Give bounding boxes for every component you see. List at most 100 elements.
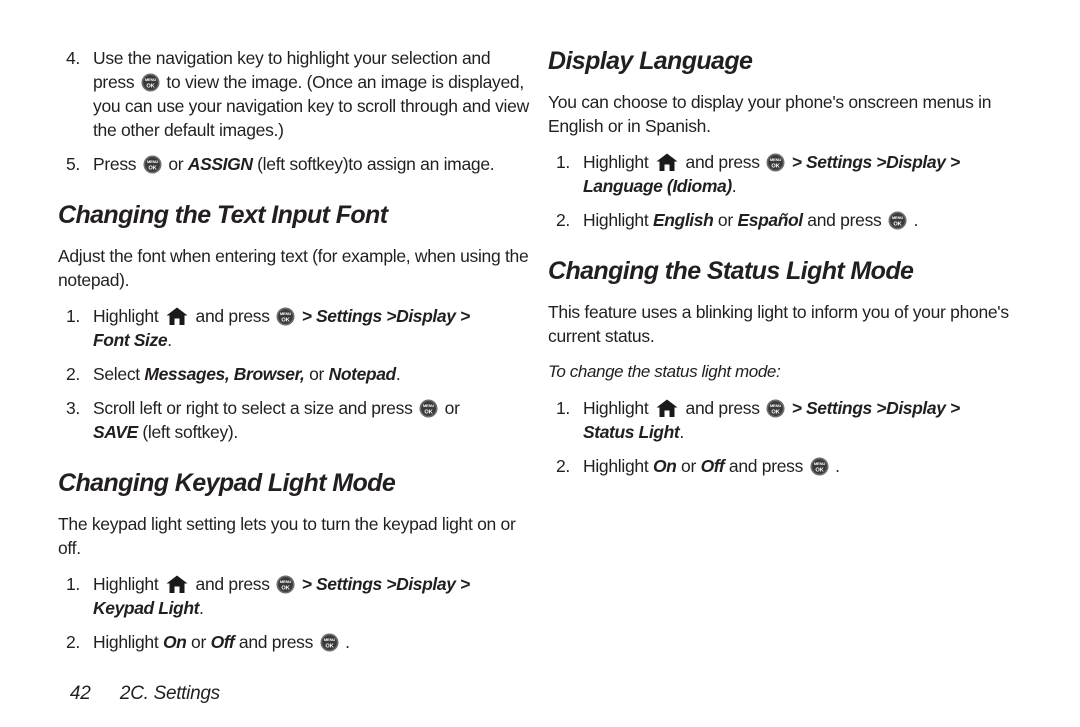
page-number: 42 <box>69 683 91 704</box>
svg-text:OK: OK <box>148 165 157 171</box>
menu-ok-key-icon: MENU OK <box>419 399 438 418</box>
step-item: 2. Highlight On or Off and press MENU OK . <box>548 454 1020 478</box>
step-number: 3. <box>66 398 80 418</box>
svg-text:MENU: MENU <box>770 157 781 162</box>
emphasis-text: On <box>652 456 677 476</box>
body-text: and press <box>680 152 765 172</box>
body-text: (left softkey). <box>137 422 238 442</box>
svg-text:OK: OK <box>424 409 433 415</box>
body-text: Highlight <box>93 574 163 594</box>
emphasis-text: On <box>162 632 187 652</box>
step-item: 4. Use the navigation key to highlight yo… <box>58 46 530 142</box>
menu-ok-key-icon: MENU OK <box>810 457 829 476</box>
manual-section: Changing Keypad Light Mode <box>58 468 530 498</box>
svg-text:OK: OK <box>325 643 334 649</box>
emphasis-text: Keypad Light <box>93 598 200 618</box>
menu-ok-key-icon: MENU OK <box>320 633 339 652</box>
continued-step-list: 4. Use the navigation key to highlight yo… <box>58 46 530 176</box>
section-subhead: To change the status light mode: <box>548 362 781 381</box>
body-text: Highlight <box>583 210 653 230</box>
step-number: 1. <box>66 574 80 594</box>
step-number: 1. <box>556 152 570 172</box>
body-text: . <box>199 598 204 618</box>
section-heading: Changing the Text Input Font <box>58 201 388 229</box>
step-item: 1. Highlight and press MENU OK > Settings … <box>548 150 1020 198</box>
svg-text:MENU: MENU <box>280 311 291 316</box>
svg-text:MENU: MENU <box>323 637 334 642</box>
step-item: 2. Highlight English or Español and press… <box>548 208 1020 232</box>
step-item: 1. Highlight and press MENU OK > Settings … <box>548 396 1020 444</box>
step-text: Highlight On or Off and press MENU OK . <box>583 454 1020 478</box>
svg-text:OK: OK <box>772 409 781 415</box>
svg-text:MENU: MENU <box>770 403 781 408</box>
chapter-title: 2C. Settings <box>119 683 220 704</box>
body-text: Highlight <box>93 306 163 326</box>
step-text: Select Messages, Browser, or Notepad. <box>93 362 530 386</box>
body-text: or <box>676 456 701 476</box>
emphasis-text: SAVE <box>93 422 138 442</box>
manual-section: Changing the Text Input Font <box>58 200 530 230</box>
body-text: and press <box>234 632 318 652</box>
emphasis-text: Notepad <box>328 364 397 384</box>
body-text: (left softkey)to assign an image. <box>252 154 495 174</box>
section-step-list: 1. Highlight and press MENU OK > Settings … <box>548 150 1020 232</box>
home-key-icon <box>656 153 678 172</box>
step-text: Highlight English or Español and press M… <box>583 208 1020 232</box>
svg-text:MENU: MENU <box>147 159 158 164</box>
step-text: Highlight and press MENU OK > Settings >D… <box>583 150 1020 198</box>
body-text: . <box>679 422 684 442</box>
body-text: or <box>304 364 329 384</box>
step-text: Press MENU OK or ASSIGN (left softkey)to … <box>93 152 530 176</box>
svg-text:MENU: MENU <box>892 215 903 220</box>
step-text: Highlight and press MENU OK > Settings >D… <box>93 304 530 352</box>
svg-text:MENU: MENU <box>280 579 291 584</box>
right-column: Display Language You can choose to displa… <box>548 46 1020 488</box>
body-text: and press <box>190 306 275 326</box>
svg-text:OK: OK <box>893 221 902 227</box>
manual-page: 4. Use the navigation key to highlight yo… <box>0 0 1080 720</box>
body-text: and press <box>680 398 765 418</box>
left-column: 4. Use the navigation key to highlight yo… <box>58 46 530 664</box>
menu-ok-key-icon: MENU OK <box>276 575 295 594</box>
section-intro: You can choose to display your phone's o… <box>548 92 992 136</box>
section-step-list: 1. Highlight and press MENU OK > Settings … <box>58 572 530 654</box>
step-text: Scroll left or right to select a size an… <box>93 396 530 444</box>
body-text: . <box>395 364 401 384</box>
svg-text:MENU: MENU <box>145 77 156 82</box>
emphasis-text: Off <box>210 632 235 652</box>
emphasis-text: > Settings >Display > <box>787 398 961 418</box>
step-number: 2. <box>556 210 570 230</box>
body-text: . <box>731 176 737 196</box>
menu-ok-key-icon: MENU OK <box>143 155 162 174</box>
section-intro: Adjust the font when entering text (for … <box>58 246 529 290</box>
section-intro: This feature uses a blinking light to in… <box>548 302 1009 346</box>
step-text: Highlight and press MENU OK > Settings >D… <box>93 572 530 620</box>
step-item: 1. Highlight and press MENU OK > Settings … <box>58 304 530 352</box>
body-text: or <box>713 210 738 230</box>
emphasis-text: ASSIGN <box>187 154 253 174</box>
manual-section: Display Language <box>548 46 1020 76</box>
svg-text:OK: OK <box>146 83 155 89</box>
section-step-list: 1. Highlight and press MENU OK > Settings … <box>58 304 530 444</box>
menu-ok-key-icon: MENU OK <box>276 307 295 326</box>
section-heading: Changing the Status Light Mode <box>548 257 914 285</box>
body-text: . <box>167 330 172 350</box>
home-key-icon <box>166 575 188 594</box>
section-heading: Changing Keypad Light Mode <box>58 469 396 497</box>
body-text: . <box>830 456 840 476</box>
step-number: 1. <box>556 398 570 418</box>
body-text: and press <box>802 210 887 230</box>
step-text: Highlight On or Off and press MENU OK . <box>93 630 530 654</box>
body-text: or <box>440 398 460 418</box>
body-text: and press <box>190 574 275 594</box>
step-item: 5. Press MENU OK or ASSIGN (left softkey)t… <box>58 152 530 176</box>
emphasis-text: Status Light <box>583 422 680 442</box>
menu-ok-key-icon: MENU OK <box>888 211 907 230</box>
body-text: Scroll left or right to select a size an… <box>93 398 418 418</box>
body-text: Highlight <box>583 398 653 418</box>
menu-ok-key-icon: MENU OK <box>766 399 785 418</box>
emphasis-text: English <box>652 210 714 230</box>
step-number: 2. <box>556 456 570 476</box>
step-item: 2. Select Messages, Browser, or Notepad. <box>58 362 530 386</box>
step-item: 3. Scroll left or right to select a size … <box>58 396 530 444</box>
